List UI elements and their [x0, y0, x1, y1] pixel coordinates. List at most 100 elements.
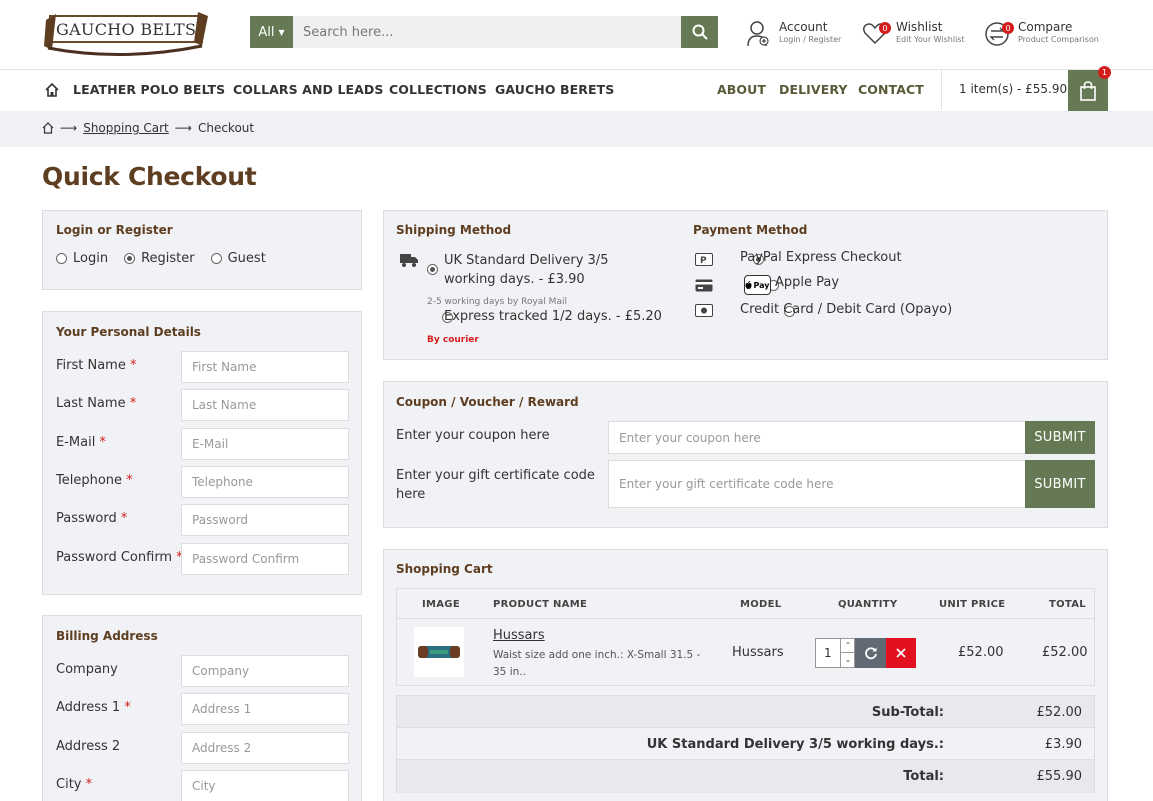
coupon-submit-button[interactable]: SUBMIT [1025, 421, 1095, 454]
billing-address-heading: Billing Address [56, 629, 158, 643]
city-field[interactable] [181, 769, 349, 801]
nav-item-collars-and-leads[interactable]: COLLARS AND LEADS [233, 82, 384, 97]
nav-separator [941, 70, 942, 110]
delivery-value: £3.90 [1044, 737, 1082, 752]
login-option-guest[interactable]: Guest [210, 251, 266, 266]
total-label: Total: [903, 769, 944, 784]
total-value: £55.90 [1036, 769, 1083, 784]
coupon-input[interactable] [608, 421, 1026, 454]
nav-item-contact[interactable]: CONTACT [858, 82, 924, 97]
field-label: Password Confirm * [56, 550, 183, 565]
search-category-label: All [258, 24, 275, 40]
breadcrumb-arrow-icon: ⟶ [174, 121, 192, 135]
field-label-text: Address 1 [56, 700, 121, 716]
login-radio[interactable] [56, 253, 67, 264]
last-name-field[interactable] [181, 389, 349, 422]
account-title: Account [779, 20, 828, 34]
compare-count-badge: 0 [1002, 22, 1014, 34]
home-icon[interactable] [42, 122, 54, 134]
payment-paypal-label[interactable]: PayPal Express Checkout [740, 250, 902, 265]
e-mail-field[interactable] [181, 427, 349, 460]
field-label: Password * [56, 511, 127, 526]
search-button[interactable] [681, 16, 718, 48]
telephone-field[interactable] [181, 465, 349, 498]
account-link[interactable]: Account Login / Register [747, 20, 841, 48]
guest-radio[interactable] [210, 253, 222, 264]
field-label-text: Address 2 [56, 738, 121, 754]
product-thumbnail[interactable] [414, 627, 464, 677]
required-asterisk: * [125, 358, 137, 373]
breadcrumb-arrow-icon: ⟶ [60, 121, 78, 135]
payment-method-heading: Payment Method [693, 223, 808, 237]
col-unit-price: UNIT PRICE [939, 599, 1006, 610]
product-name-link[interactable]: Hussars [493, 628, 545, 643]
nav-item-leather-polo-belts[interactable]: LEATHER POLO BELTS [73, 82, 225, 97]
subtotal-label: Sub-Total: [871, 705, 944, 720]
nav-item-collections[interactable]: COLLECTIONS [389, 82, 487, 97]
card-icon [695, 279, 713, 292]
close-icon [896, 648, 906, 658]
register-radio[interactable] [124, 253, 136, 264]
delivery-truck-icon [400, 254, 418, 267]
remove-item-button[interactable] [886, 638, 916, 668]
password-confirm-field[interactable] [181, 542, 349, 575]
address-2-field[interactable] [181, 731, 349, 764]
field-label: Telephone * [56, 473, 133, 488]
cart-summary[interactable]: 1 item(s) - £55.90 [959, 82, 1067, 96]
shipping-express-label[interactable]: Express tracked 1/2 days. - £5.20 [444, 309, 662, 324]
login-option-label: Login [73, 251, 109, 266]
gift-certificate-input[interactable] [608, 460, 1026, 508]
compare-subtitle: Product Comparison [1018, 35, 1099, 44]
payment-card-label[interactable]: Credit Card / Debit Card (Opayo) [740, 302, 952, 317]
first-name-field[interactable] [181, 351, 349, 383]
cart-count-badge: 1 [1098, 66, 1111, 79]
cart-table-header: IMAGE PRODUCT NAME MODEL QUANTITY UNIT P… [397, 589, 1094, 619]
nav-item-delivery[interactable]: DELIVERY [779, 82, 848, 97]
compare-title: Compare [1018, 20, 1073, 34]
shipping-standard-note: 2-5 working days by Royal Mail [427, 297, 567, 307]
company-field[interactable] [181, 655, 349, 687]
cart-totals: Sub-Total: £52.00 UK Standard Delivery 3… [396, 695, 1095, 793]
search-category-dropdown[interactable]: All ▼ [250, 16, 293, 48]
password-field[interactable] [181, 504, 349, 537]
search-input[interactable] [293, 16, 681, 48]
quantity-value: 1 [824, 646, 832, 660]
chevron-up-icon[interactable]: ⌃ [840, 639, 855, 653]
field-label-text: Password [56, 511, 117, 527]
register-option-label: Register [141, 251, 195, 266]
product-model: Hussars [732, 645, 784, 660]
nav-item-gaucho-berets[interactable]: GAUCHO BERETS [495, 82, 614, 97]
field-label-text: Last Name [56, 396, 126, 412]
address-1-field[interactable] [181, 693, 349, 726]
login-register-heading: Login or Register [56, 223, 173, 237]
personal-details-heading: Your Personal Details [56, 325, 201, 339]
apple-pay-badge: Pay [744, 275, 771, 295]
nav-item-about[interactable]: ABOUT [717, 82, 766, 97]
table-row: Hussars Waist size add one inch.: X-Smal… [397, 619, 1094, 686]
gift-certificate-submit-button[interactable]: SUBMIT [1025, 460, 1095, 508]
update-quantity-button[interactable] [855, 638, 886, 668]
payment-applepay-label[interactable]: Apple Pay [775, 275, 839, 290]
apple-icon [745, 280, 752, 289]
breadcrumb-shopping-cart[interactable]: Shopping Cart [83, 121, 169, 135]
shipping-standard-label[interactable]: UK Standard Delivery 3/5 working days. -… [444, 251, 664, 289]
required-asterisk: * [125, 396, 137, 412]
search-icon [692, 24, 708, 40]
account-subtitle: Login / Register [779, 35, 842, 44]
wishlist-link[interactable]: 0 Wishlist Edit Your Wishlist [862, 20, 965, 46]
required-asterisk: * [122, 472, 133, 488]
col-model: MODEL [740, 599, 782, 610]
field-label: Address 2 [56, 739, 120, 754]
home-icon[interactable] [45, 83, 59, 97]
site-logo[interactable]: GAUCHO BELTS [42, 6, 210, 58]
shipping-payment-panel: Shipping Method UK Standard Delivery 3/5… [383, 210, 1108, 360]
quantity-stepper[interactable]: 1 ⌃ ⌄ [815, 638, 855, 668]
shipping-express-note: By courier [427, 335, 479, 345]
chevron-down-icon[interactable]: ⌄ [840, 653, 855, 667]
shipping-standard-radio[interactable] [427, 264, 438, 275]
login-option-login[interactable]: Login [56, 251, 108, 266]
compare-link[interactable]: 0 Compare Product Comparison [984, 20, 1099, 48]
login-option-register[interactable]: Register [124, 251, 195, 266]
required-asterisk: * [120, 700, 131, 716]
guest-option-label: Guest [227, 251, 266, 266]
